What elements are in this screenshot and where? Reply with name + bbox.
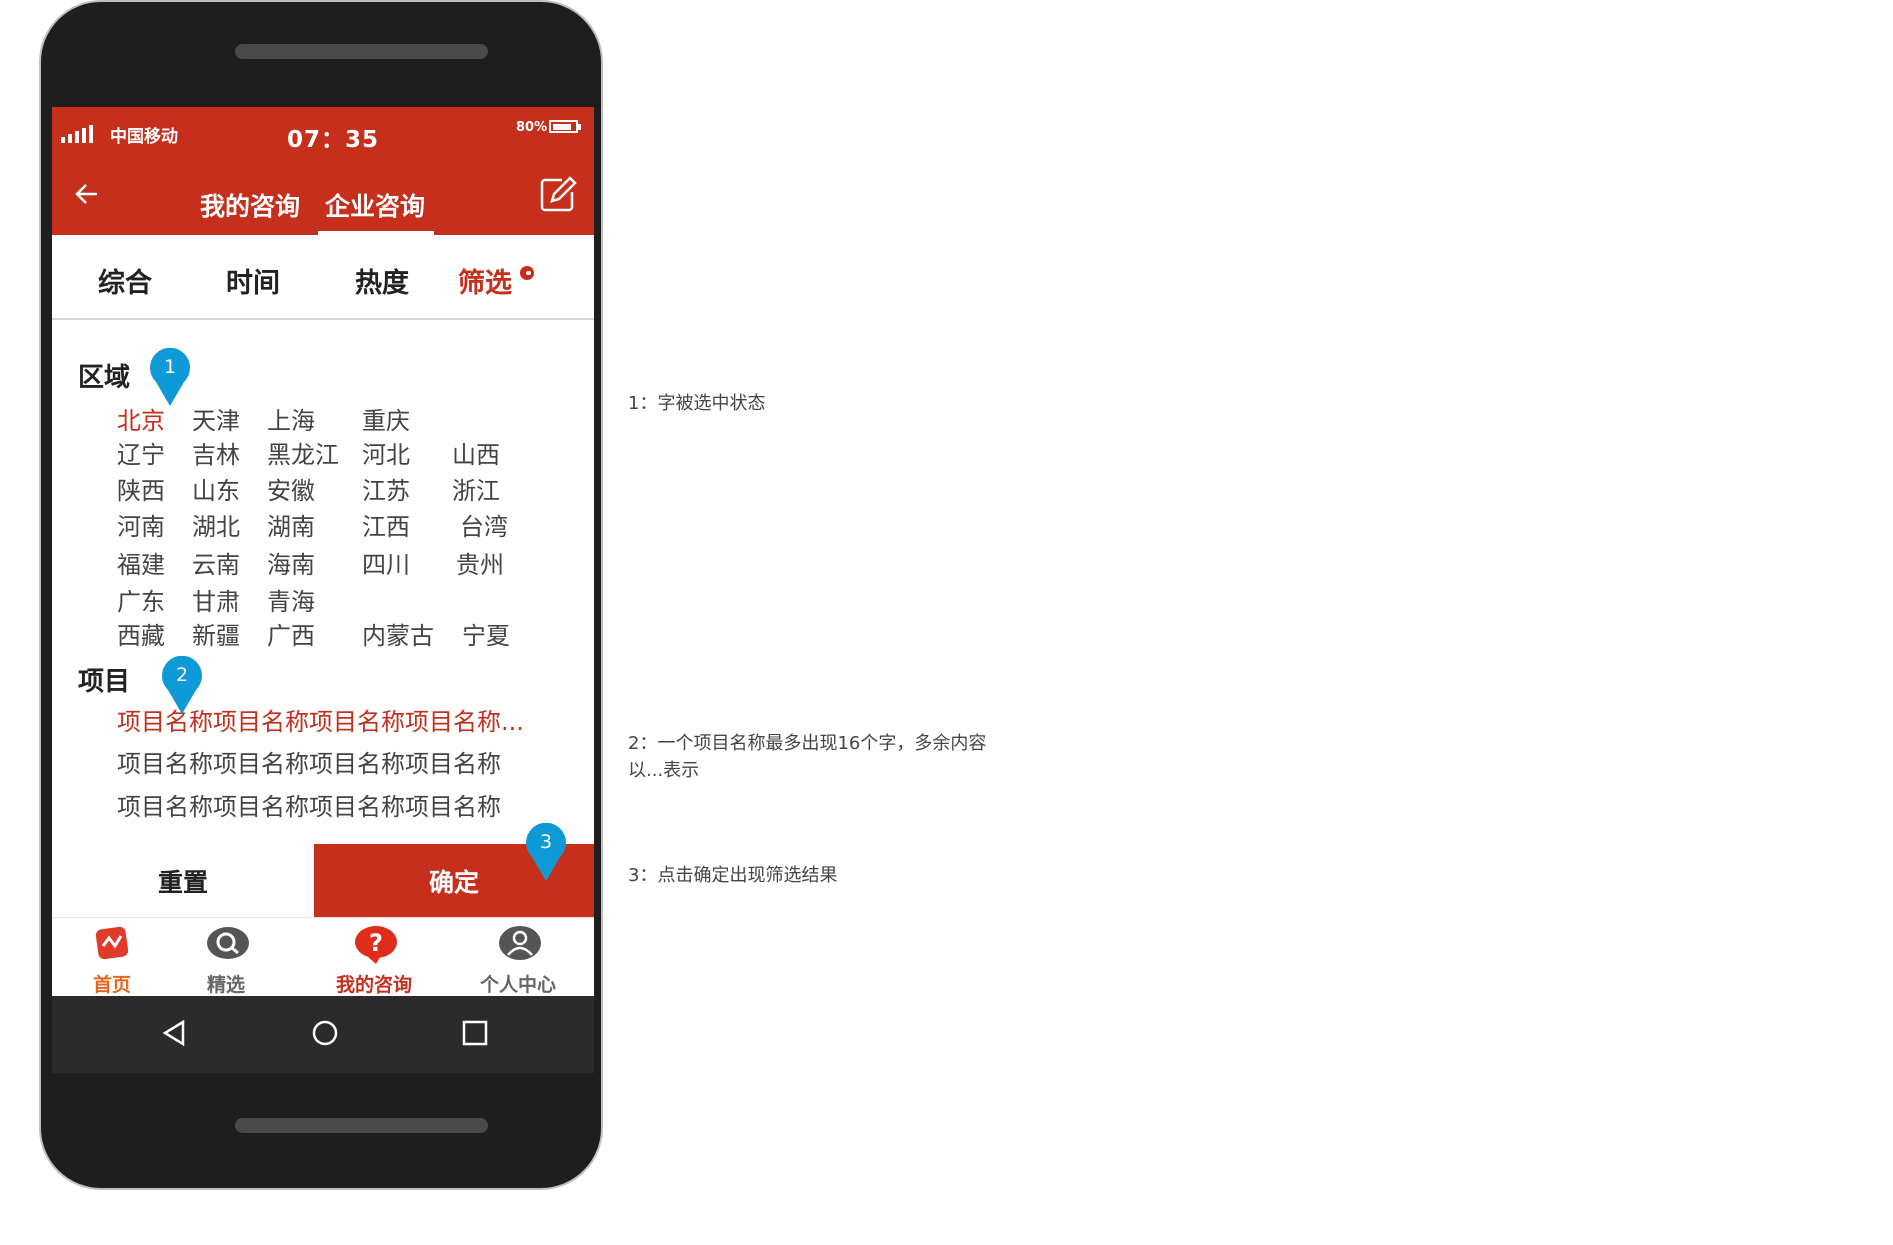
back-arrow-icon[interactable] [72,180,100,214]
tab-featured[interactable]: 精选 [166,918,286,997]
region-option[interactable]: 河北 [362,435,410,470]
signal-icon [61,125,93,143]
tab-my-consult[interactable]: 我的咨询 [200,187,300,223]
region-option[interactable]: 四川 [362,545,410,580]
region-option[interactable]: 江西 [362,507,410,542]
sort-filter[interactable]: 筛选 [458,261,512,300]
region-option[interactable]: 吉林 [192,435,240,470]
region-option[interactable]: 西藏 [117,616,165,651]
tab-home-label: 首页 [92,974,131,996]
project-item[interactable]: 项目名称项目名称项目名称项目名称 [117,787,501,822]
region-option[interactable]: 宁夏 [462,616,510,651]
region-option[interactable]: 甘肃 [192,582,240,617]
back-triangle-icon[interactable] [159,1018,189,1052]
home-icon [95,926,129,960]
region-option[interactable]: 新疆 [192,616,240,651]
recents-square-icon[interactable] [460,1018,490,1052]
project-item[interactable]: 项目名称项目名称项目名称项目名称 [117,744,501,779]
project-title: 项目 [78,667,131,697]
carrier-name: 中国移动 [110,127,178,147]
status-time: 07：35 [287,127,380,153]
region-option[interactable]: 福建 [117,545,165,580]
phone-speaker [235,44,488,59]
region-option[interactable]: 河南 [117,507,165,542]
region-option[interactable]: 广东 [117,582,165,617]
region-option[interactable]: 云南 [192,545,240,580]
region-option[interactable]: 青海 [267,582,315,617]
region-option[interactable]: 安徽 [267,471,315,506]
sort-bar: 综合 时间 热度 筛选 [52,235,594,320]
edit-icon[interactable] [538,174,578,218]
app-screen: 中国移动 07：35 80% 我的咨询 企业咨询 综合 时间 热度 筛选 区域 … [52,107,594,1073]
region-option[interactable]: 台湾 [460,507,508,542]
battery-icon [549,120,581,133]
tab-my-consult-label: 我的咨询 [335,974,412,996]
annotation-note-3: 3：点击确定出现筛选结果 [628,865,838,886]
region-option[interactable]: 天津 [192,401,240,436]
region-option[interactable]: 广西 [267,616,315,651]
region-option[interactable]: 江苏 [362,471,410,506]
battery-percent: 80% [516,120,548,135]
tab-profile[interactable]: 个人中心 [458,918,578,997]
region-option[interactable]: 上海 [267,401,315,436]
sort-heat[interactable]: 热度 [355,261,409,300]
region-option[interactable]: 内蒙古 [362,616,434,651]
region-option[interactable]: 陕西 [117,471,165,506]
tab-profile-label: 个人中心 [479,974,556,996]
tab-enterprise-consult[interactable]: 企业咨询 [317,187,435,235]
filter-indicator-icon [520,266,534,280]
region-option[interactable]: 贵州 [456,545,504,580]
phone-speaker-bottom [235,1118,488,1133]
annotation-marker-1: 1 [148,347,192,408]
question-icon: ? [355,926,397,964]
tab-my-consult-bottom[interactable]: ? 我的咨询 [314,918,434,997]
phone-frame: 中国移动 07：35 80% 我的咨询 企业咨询 综合 时间 热度 筛选 区域 … [39,0,603,1190]
annotation-marker-3: 3 [524,822,568,883]
region-option[interactable]: 湖北 [192,507,240,542]
region-option[interactable]: 山东 [192,471,240,506]
status-bar: 中国移动 07：35 80% [52,107,594,162]
region-option[interactable]: 山西 [452,435,500,470]
user-icon [499,926,541,960]
region-option[interactable]: 重庆 [362,401,410,436]
tab-featured-label: 精选 [206,974,245,996]
sort-overall[interactable]: 综合 [98,261,152,300]
region-title: 区域 [78,363,131,393]
region-option[interactable]: 湖南 [267,507,315,542]
home-circle-icon[interactable] [310,1018,340,1052]
region-option[interactable]: 辽宁 [117,435,165,470]
system-nav-bar [52,996,594,1073]
bottom-tab-bar: 首页 精选 ? 我的咨询 个人中心 [52,917,594,996]
annotation-note-2: 2：一个项目名称最多出现16个字，多余内容以...表示 [628,733,987,781]
region-option[interactable]: 浙江 [452,471,500,506]
reset-button[interactable]: 重置 [52,844,314,917]
tab-home[interactable]: 首页 [52,918,172,997]
region-option[interactable]: 海南 [267,545,315,580]
svg-text:?: ? [369,929,383,957]
nav-bar: 我的咨询 企业咨询 [52,162,594,235]
annotation-note-1: 1：字被选中状态 [628,393,766,414]
sort-time[interactable]: 时间 [226,261,280,300]
search-icon [207,927,249,959]
region-option[interactable]: 黑龙江 [267,435,339,470]
annotation-marker-2: 2 [160,655,204,716]
